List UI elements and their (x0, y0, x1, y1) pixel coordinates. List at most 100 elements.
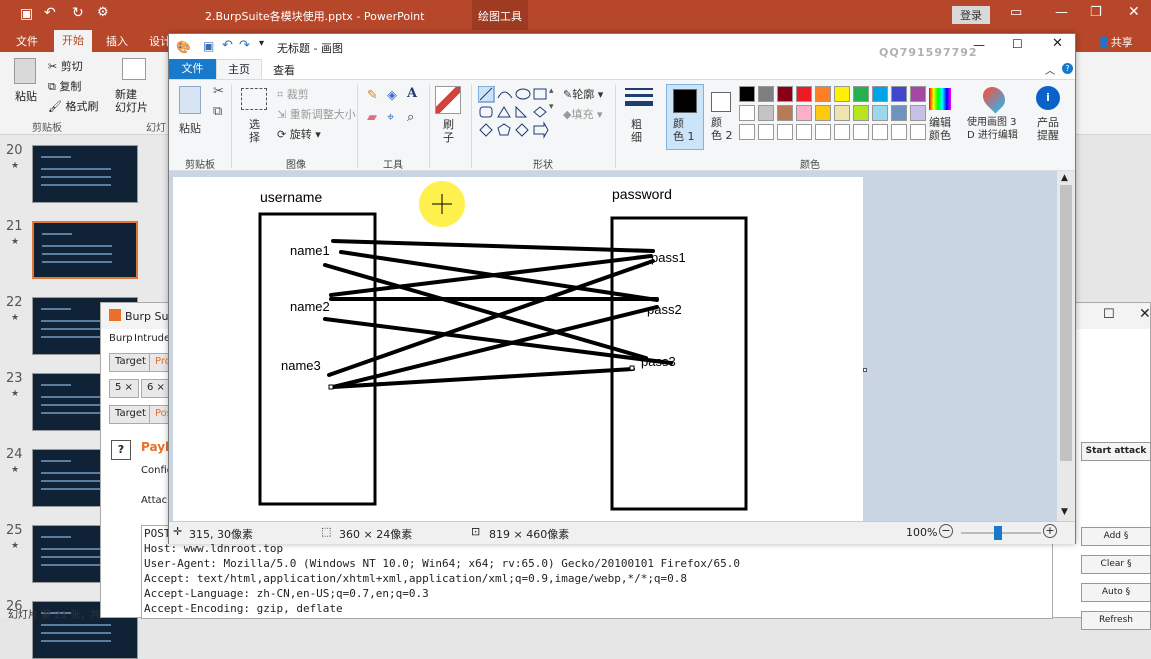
eraser-icon[interactable]: ▰ (367, 110, 377, 125)
color-swatch[interactable] (834, 105, 850, 121)
color-swatch[interactable] (739, 124, 755, 140)
paint-redo-icon[interactable]: ↷ (239, 38, 250, 53)
pencil-icon[interactable]: ✎ (367, 88, 378, 103)
drawing-canvas[interactable]: username password name1 name2 name3 pass… (173, 177, 863, 521)
tab-insert[interactable]: 插入 (106, 33, 128, 49)
paint-tab-home[interactable]: 主页 (216, 59, 262, 80)
canvas-resize-handle[interactable] (863, 368, 867, 372)
drawing-tools-tab[interactable]: 绘图工具 (472, 0, 528, 30)
paint-close-icon[interactable]: ✕ (1052, 36, 1063, 51)
burp-close-icon[interactable]: ✕ (1139, 306, 1151, 322)
redo-icon[interactable]: ↻ (72, 5, 84, 21)
color-swatch[interactable] (891, 86, 907, 102)
format-painter-button[interactable]: 🖌 格式刷 (48, 98, 98, 114)
paint-undo-icon[interactable]: ↶ (222, 38, 233, 53)
zoom-in-icon[interactable]: + (1043, 524, 1057, 538)
paste-button[interactable]: 粘贴 (15, 88, 37, 104)
slide-thumbnail[interactable] (32, 145, 138, 203)
color-swatch[interactable] (796, 105, 812, 121)
burp-tab-6[interactable]: 6 × (141, 379, 171, 398)
color-swatch[interactable] (853, 105, 869, 121)
new-slide-button[interactable]: 新建 幻灯片 (115, 88, 148, 114)
color-swatch[interactable] (872, 124, 888, 140)
color-swatch[interactable] (910, 124, 926, 140)
clear-marker-button[interactable]: Clear § (1081, 555, 1151, 574)
save-icon[interactable]: ▣ (20, 6, 33, 22)
rotate-button[interactable]: ⟳ 旋转 ▾ (277, 126, 321, 142)
color-swatch[interactable] (815, 86, 831, 102)
paint3d-button[interactable]: 使用画图 3 D 进行编辑 (967, 116, 1018, 142)
paint-tab-view[interactable]: 查看 (273, 62, 295, 78)
tab-file[interactable]: 文件 (16, 33, 38, 49)
select-button[interactable]: 选 择 (249, 118, 260, 144)
scroll-up-icon[interactable]: ▲ (1061, 173, 1068, 183)
paint-maximize-icon[interactable]: ☐ (1012, 37, 1023, 51)
fill-button[interactable]: ◆填充 ▾ (563, 106, 603, 122)
color-swatch[interactable] (834, 86, 850, 102)
color-swatch[interactable] (758, 86, 774, 102)
slide-thumbnail[interactable] (32, 221, 138, 279)
close-icon[interactable]: ✕ (1128, 4, 1140, 20)
crop-button[interactable]: ⌗ 裁剪 (277, 86, 309, 102)
zoom-slider-thumb[interactable] (994, 526, 1002, 540)
paint-paste-button[interactable]: 粘贴 (179, 120, 201, 136)
color-swatch[interactable] (910, 105, 926, 121)
start-attack-button[interactable]: Start attack (1081, 442, 1151, 461)
color-picker-icon[interactable]: ⌖ (387, 110, 394, 125)
copy-button[interactable]: ⧉ 复制 (48, 78, 81, 94)
outline-button[interactable]: ✎轮廓 ▾ (563, 86, 603, 102)
vertical-scrollbar[interactable]: ▲ ▼ (1057, 171, 1075, 521)
color-swatch[interactable] (891, 124, 907, 140)
color-swatch[interactable] (872, 86, 888, 102)
maximize-icon[interactable]: ❐ (1090, 5, 1102, 20)
color-swatch[interactable] (872, 105, 888, 121)
color-swatch[interactable] (796, 86, 812, 102)
edit-colors-button[interactable]: 编辑 颜色 (929, 116, 951, 142)
burp-tab-target[interactable]: Target (109, 353, 152, 372)
paint-tab-file[interactable]: 文件 (169, 59, 216, 79)
color-swatch[interactable] (796, 124, 812, 140)
add-marker-button[interactable]: Add § (1081, 527, 1151, 546)
shapes-scroll-down-icon[interactable]: ▾ (549, 102, 554, 112)
help-icon[interactable]: ? (111, 440, 131, 460)
paint-minimize-icon[interactable]: — (973, 38, 985, 52)
color-swatch[interactable] (853, 86, 869, 102)
magnifier-icon[interactable]: ⌕ (407, 110, 414, 125)
shapes-scroll-up-icon[interactable]: ▴ (549, 86, 554, 96)
paint-cut-icon[interactable]: ✂ (213, 84, 224, 99)
fill-bucket-icon[interactable]: ◈ (387, 88, 397, 103)
burp-tab-5[interactable]: 5 × (109, 379, 139, 398)
auto-marker-button[interactable]: Auto § (1081, 583, 1151, 602)
scroll-down-icon[interactable]: ▼ (1061, 507, 1068, 517)
paint-help-icon[interactable]: ? (1062, 63, 1073, 74)
color-swatch[interactable] (815, 124, 831, 140)
minimize-icon[interactable]: — (1055, 5, 1068, 20)
color-swatch[interactable] (758, 105, 774, 121)
burp-menu-burp[interactable]: Burp (109, 333, 133, 344)
color2-selector[interactable]: 颜 色 2 (705, 84, 739, 150)
color-swatch[interactable] (834, 124, 850, 140)
refresh-button[interactable]: Refresh (1081, 611, 1151, 630)
tab-home[interactable]: 开始 (54, 30, 92, 52)
login-button[interactable]: 登录 (952, 6, 990, 24)
size-button[interactable]: 粗 细 (631, 118, 642, 144)
ribbon-options-icon[interactable]: ▭ (1010, 5, 1022, 20)
cut-button[interactable]: ✂ 剪切 (48, 58, 83, 74)
product-alert-button[interactable]: 产品 提醒 (1037, 116, 1059, 142)
color-swatch[interactable] (777, 124, 793, 140)
burp-maximize-icon[interactable]: ☐ (1103, 307, 1115, 322)
color-swatch[interactable] (815, 105, 831, 121)
paint-save-icon[interactable]: ▣ (203, 39, 214, 53)
brushes-button[interactable]: 刷 子 (443, 118, 454, 144)
burp-subtab-target[interactable]: Target (109, 405, 152, 424)
paint-copy-icon[interactable]: ⧉ (213, 104, 222, 119)
color-swatch[interactable] (910, 86, 926, 102)
text-tool-icon[interactable]: A (407, 86, 417, 101)
color-swatch[interactable] (777, 86, 793, 102)
color-swatch[interactable] (758, 124, 774, 140)
color-swatch[interactable] (891, 105, 907, 121)
color1-selector[interactable]: 颜 色 1 (666, 84, 704, 150)
color-swatch[interactable] (853, 124, 869, 140)
resize-button[interactable]: ⇲ 重新调整大小 (277, 106, 356, 122)
share-button[interactable]: 👤共享 (1097, 34, 1133, 50)
